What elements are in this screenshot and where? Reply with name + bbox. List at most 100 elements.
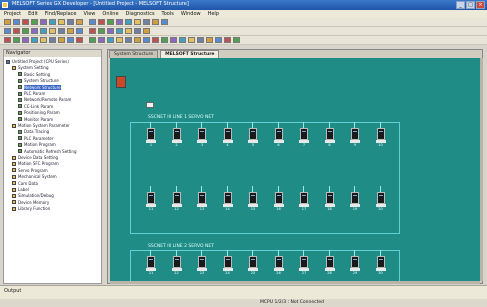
tree-item[interactable]: Motion Program bbox=[18, 142, 56, 147]
toolbar-button[interactable] bbox=[206, 37, 213, 43]
tree-item[interactable]: Network Structure bbox=[18, 84, 61, 90]
servo-amplifier-icon[interactable]: 22 bbox=[171, 250, 182, 278]
servo-amplifier-icon[interactable]: 2 bbox=[171, 122, 182, 150]
servo-amplifier-icon[interactable]: 11 bbox=[146, 186, 156, 214]
tree-item[interactable]: PLC Parameter bbox=[18, 136, 54, 141]
toolbar-button[interactable] bbox=[31, 28, 38, 34]
tree-item[interactable]: Monitor Param bbox=[18, 117, 53, 122]
servo-amplifier-icon[interactable]: 6 bbox=[273, 122, 284, 150]
servo-amplifier-icon[interactable]: 28 bbox=[324, 250, 335, 278]
toolbar-button[interactable] bbox=[224, 37, 231, 43]
toolbar-button[interactable] bbox=[197, 37, 204, 43]
menu-diagnostics[interactable]: Diagnostics bbox=[126, 10, 155, 18]
servo-amplifier-icon[interactable]: 26 bbox=[273, 250, 284, 278]
toolbar-button[interactable] bbox=[161, 37, 168, 43]
toolbar-button[interactable] bbox=[188, 37, 195, 43]
tree-item[interactable]: Basic Setting bbox=[18, 72, 50, 77]
menu-online[interactable]: Online bbox=[102, 10, 118, 18]
toolbar-button[interactable] bbox=[13, 37, 20, 43]
toolbar-button[interactable] bbox=[143, 28, 150, 34]
toolbar-button[interactable] bbox=[67, 37, 74, 43]
servo-amplifier-icon[interactable]: 9 bbox=[350, 122, 360, 150]
tree-item[interactable]: System Setting bbox=[12, 65, 49, 70]
maximize-button[interactable]: □ bbox=[466, 1, 475, 9]
toolbar-button[interactable] bbox=[161, 19, 168, 25]
toolbar-button[interactable] bbox=[143, 19, 150, 25]
servo-amplifier-icon[interactable]: 7 bbox=[299, 122, 309, 150]
servo-amplifier-icon[interactable]: 4 bbox=[222, 122, 233, 150]
servo-amplifier-icon[interactable]: 25 bbox=[248, 250, 258, 278]
tree-item[interactable]: Data Tracing bbox=[18, 129, 49, 134]
servo-amplifier-icon[interactable]: 27 bbox=[299, 250, 309, 278]
toolbar-button[interactable] bbox=[58, 37, 65, 43]
toolbar-button[interactable] bbox=[107, 37, 114, 43]
toolbar-button[interactable] bbox=[215, 37, 222, 43]
tree-item[interactable]: Automatic Refresh Setting bbox=[18, 149, 76, 154]
toolbar-button[interactable] bbox=[107, 28, 114, 34]
toolbar-button[interactable] bbox=[4, 28, 11, 34]
toolbar-button[interactable] bbox=[13, 28, 20, 34]
tree-item[interactable]: Motion SFC Program bbox=[12, 161, 59, 166]
servo-amplifier-icon[interactable]: 15 bbox=[248, 186, 258, 214]
toolbar-button[interactable] bbox=[116, 28, 123, 34]
toolbar-button[interactable] bbox=[4, 37, 11, 43]
toolbar-button[interactable] bbox=[22, 37, 29, 43]
vertical-scrollbar[interactable] bbox=[480, 58, 483, 281]
tree-item[interactable]: Motion System Parameter bbox=[12, 123, 70, 128]
toolbar-button[interactable] bbox=[49, 19, 56, 25]
toolbar-button[interactable] bbox=[76, 37, 83, 43]
menu-find-replace[interactable]: Find/Replace bbox=[45, 10, 77, 18]
servo-amplifier-icon[interactable]: 30 bbox=[375, 250, 386, 278]
servo-amplifier-icon[interactable]: 20 bbox=[375, 186, 386, 214]
toolbar-button[interactable] bbox=[40, 28, 47, 34]
toolbar-button[interactable] bbox=[49, 37, 56, 43]
toolbar-button[interactable] bbox=[125, 28, 132, 34]
toolbar-button[interactable] bbox=[58, 28, 65, 34]
servo-amplifier-icon[interactable]: 21 bbox=[146, 250, 156, 278]
menu-help[interactable]: Help bbox=[208, 10, 219, 18]
minimize-button[interactable]: _ bbox=[456, 1, 465, 9]
tree-item[interactable]: Device Memory bbox=[12, 200, 49, 205]
servo-amplifier-icon[interactable]: 1 bbox=[146, 122, 156, 150]
toolbar-button[interactable] bbox=[67, 28, 74, 34]
toolbar-button[interactable] bbox=[22, 28, 29, 34]
toolbar-button[interactable] bbox=[67, 19, 74, 25]
toolbar-button[interactable] bbox=[98, 37, 105, 43]
menu-tools[interactable]: Tools bbox=[162, 10, 174, 18]
tree-item[interactable]: Label bbox=[12, 187, 29, 192]
tree-item[interactable]: Library Function bbox=[12, 206, 50, 211]
tree-item[interactable]: Cam Data bbox=[12, 181, 38, 186]
servo-amplifier-icon[interactable]: 18 bbox=[324, 186, 335, 214]
toolbar-button[interactable] bbox=[170, 37, 177, 43]
servo-amplifier-icon[interactable]: 3 bbox=[197, 122, 207, 150]
toolbar-button[interactable] bbox=[89, 37, 96, 43]
servo-amplifier-icon[interactable]: 19 bbox=[350, 186, 360, 214]
toolbar-button[interactable] bbox=[233, 37, 240, 43]
toolbar-button[interactable] bbox=[13, 19, 20, 25]
tree-item[interactable]: Network/Remote Param bbox=[18, 97, 71, 102]
toolbar-button[interactable] bbox=[40, 37, 47, 43]
toolbar-button[interactable] bbox=[58, 19, 65, 25]
toolbar-button[interactable] bbox=[89, 28, 96, 34]
menu-view[interactable]: View bbox=[84, 10, 96, 18]
toolbar-button[interactable] bbox=[40, 19, 47, 25]
toolbar-button[interactable] bbox=[116, 37, 123, 43]
network-hub-icon[interactable] bbox=[146, 102, 154, 108]
servo-amplifier-icon[interactable]: 17 bbox=[299, 186, 309, 214]
toolbar-button[interactable] bbox=[116, 19, 123, 25]
toolbar-button[interactable] bbox=[179, 37, 186, 43]
network-canvas[interactable]: SSCNET III LINE 1 SERVO NET SSCNET III L… bbox=[110, 58, 480, 281]
toolbar-button[interactable] bbox=[31, 37, 38, 43]
toolbar-button[interactable] bbox=[152, 19, 159, 25]
toolbar-button[interactable] bbox=[4, 19, 11, 25]
toolbar-button[interactable] bbox=[143, 37, 150, 43]
tree-item[interactable]: Untitled Project (CPU Series) bbox=[6, 59, 69, 64]
servo-amplifier-icon[interactable]: 29 bbox=[350, 250, 360, 278]
tab-system-structure[interactable]: System Structure bbox=[109, 50, 159, 58]
tree-item[interactable]: Simulation/Debug bbox=[12, 193, 54, 198]
toolbar-button[interactable] bbox=[76, 28, 83, 34]
master-cpu-icon[interactable] bbox=[116, 76, 126, 88]
close-button[interactable]: × bbox=[476, 1, 485, 9]
toolbar-button[interactable] bbox=[98, 19, 105, 25]
servo-amplifier-icon[interactable]: 16 bbox=[273, 186, 284, 214]
